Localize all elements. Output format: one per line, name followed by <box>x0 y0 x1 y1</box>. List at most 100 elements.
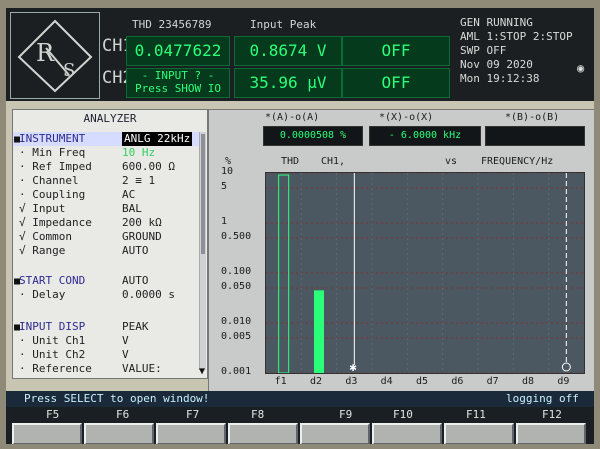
y-tick-label: 0.005 <box>221 331 252 343</box>
off-display-1[interactable]: OFF <box>342 36 450 66</box>
instrument-screen: R S CH1 CH2 THD 23456789 Input Peak 0.04… <box>6 8 594 444</box>
y-tick-label: 1 <box>221 216 228 227</box>
ch2-thd-line2: Press SHOW IO <box>134 82 222 95</box>
ch2-thd-line1: - INPUT ? - <box>141 69 215 82</box>
fkey-label: F11 <box>466 408 486 421</box>
y-tick-label: 0.050 <box>221 281 252 293</box>
menu-row-reference[interactable]: · Reference <box>19 362 92 376</box>
unit-ch1-value[interactable]: V <box>122 334 129 348</box>
menu-row-delay[interactable]: · Delay <box>19 288 65 302</box>
menu-row-input-disp[interactable]: INPUT DISP <box>19 320 85 334</box>
menu-row-start-cond[interactable]: START COND <box>19 274 85 288</box>
status-line-5: Mon 19:12:38 <box>460 72 540 85</box>
plot-svg: ✱ <box>266 172 584 374</box>
logging-status: logging off <box>506 392 579 405</box>
input-disp-value[interactable]: PEAK <box>122 320 149 334</box>
scroll-thumb[interactable] <box>201 134 205 254</box>
status-message: Press SELECT to open window! <box>24 392 210 405</box>
ref-imped-value[interactable]: 600.00 Ω <box>122 160 175 174</box>
common-value[interactable]: GROUND <box>122 230 162 244</box>
scroll-down-icon[interactable]: ▼ <box>199 366 205 377</box>
delay-value[interactable]: 0.0000 s <box>122 288 175 302</box>
y-tick-label: 0.100 <box>221 266 252 277</box>
menu-row-min-freq[interactable]: · Min Freq <box>19 146 85 160</box>
top-bar: R S CH1 CH2 THD 23456789 Input Peak 0.04… <box>6 8 594 101</box>
svg-text:R: R <box>36 39 55 67</box>
menu-row-impedance[interactable]: √ Impedance <box>19 216 92 230</box>
channel-value[interactable]: 2 ≡ 1 <box>122 174 155 188</box>
fkey-label: F7 <box>186 408 200 421</box>
graph-panel: *(A)-o(A) 0.0000508 % *(X)-o(X) - 6.0000… <box>208 109 594 393</box>
range-value[interactable]: AUTO <box>122 244 149 258</box>
fkey-label: F9 <box>339 408 353 421</box>
menu-row-input[interactable]: √ Input <box>19 202 65 216</box>
reference-value[interactable]: VALUE: <box>122 362 162 376</box>
cursor-b-value[interactable] <box>485 126 585 146</box>
status-line-2: AML 1:STOP 2:STOP <box>460 30 573 43</box>
menu-row-common[interactable]: √ Common <box>19 230 72 244</box>
status-line-3: SWP OFF <box>460 44 507 57</box>
x-tick-label: d6 <box>451 376 464 387</box>
fkey-f10-button[interactable] <box>372 423 442 444</box>
x-tick-label: d3 <box>345 376 358 387</box>
impedance-value[interactable]: 200 kΩ <box>122 216 162 230</box>
sync-icon: ◉ <box>577 61 585 75</box>
start-cond-value[interactable]: AUTO <box>122 274 149 288</box>
cursor-a-value[interactable]: 0.0000508 % <box>263 126 363 146</box>
fkey-f11-button[interactable] <box>444 423 514 444</box>
y-tick-label: 5 <box>221 181 228 193</box>
fkey-f9-button[interactable] <box>300 423 370 444</box>
instrument-value[interactable]: ANLG 22kHz <box>122 132 193 146</box>
analyzer-scrollbar[interactable] <box>199 132 206 370</box>
bar-d2 <box>314 290 324 373</box>
off-display-2[interactable]: OFF <box>342 68 450 98</box>
gen-status: GEN RUNNING AML 1:STOP 2:STOP SWP OFF No… <box>460 16 573 86</box>
ch1-thd-value[interactable]: 0.0477622 % <box>126 36 230 88</box>
menu-row-coupling[interactable]: · Coupling <box>19 188 85 202</box>
thd-trace-label: THD <box>281 156 300 167</box>
bullet-icon: ■ <box>14 134 21 145</box>
unit-ch2-value[interactable]: V <box>122 348 129 362</box>
min-freq-value[interactable]: 10 Hz <box>122 146 155 160</box>
ch2-thd-value[interactable]: - INPUT ? - Press SHOW IO <box>126 68 230 98</box>
analyzer-title: ANALYZER <box>83 112 137 125</box>
menu-row-ref-imped[interactable]: · Ref Imped <box>19 160 92 174</box>
x-tick-label: d9 <box>557 376 570 387</box>
fkey-f7-button[interactable] <box>156 423 226 444</box>
y-tick-label: 0.500 <box>221 231 252 243</box>
cursor-star-icon: ✱ <box>349 360 356 373</box>
ch2-input-value[interactable]: 35.96 µV <box>234 68 342 98</box>
frequency-label: FREQUENCY/Hz <box>481 156 554 167</box>
bullet-icon: ■ <box>14 276 21 287</box>
fkey-label: F10 <box>393 408 413 421</box>
x-tick-label: d2 <box>310 376 323 387</box>
rs-logo-icon: R S <box>17 19 93 93</box>
bullet-icon: ■ <box>14 322 21 333</box>
ch1-trace-label: CH1, <box>321 156 346 167</box>
status-line-4: Nov 09 2020 <box>460 58 533 71</box>
menu-row-unit-ch2[interactable]: · Unit Ch2 <box>19 348 85 362</box>
coupling-value[interactable]: AC <box>122 188 135 202</box>
fkey-f5-button[interactable] <box>12 423 82 444</box>
fkey-f6-button[interactable] <box>84 423 154 444</box>
analyzer-panel: ANALYZER INSTRUMENT ANLG 22kHz · Min Fre… <box>12 109 208 379</box>
fkey-f12-button[interactable] <box>516 423 586 444</box>
menu-row-range[interactable]: √ Range <box>19 244 65 258</box>
menu-row-instrument[interactable]: INSTRUMENT <box>19 132 85 146</box>
cursor-a-label: *(A)-o(A) <box>265 112 320 123</box>
menu-row-unit-ch1[interactable]: · Unit Ch1 <box>19 334 85 348</box>
cursor-b-label: *(B)-o(B) <box>505 112 560 123</box>
cursor-circle-icon <box>561 362 571 372</box>
cursor-x-value[interactable]: - 6.0000 kHz <box>369 126 481 146</box>
plot-area[interactable]: ✱ <box>265 172 585 374</box>
y-tick-label: 10 <box>221 166 234 177</box>
bar-f1 <box>278 174 290 374</box>
x-tick-label: d5 <box>416 376 429 387</box>
ch1-input-value[interactable]: 0.8674 V <box>234 36 342 66</box>
input-peak-title: Input Peak <box>250 18 317 31</box>
menu-row-channel[interactable]: · Channel <box>19 174 79 188</box>
input-value[interactable]: BAL <box>122 202 142 216</box>
x-tick-label: d4 <box>380 376 393 387</box>
x-tick-label: d8 <box>522 376 535 387</box>
fkey-f8-button[interactable] <box>228 423 298 444</box>
